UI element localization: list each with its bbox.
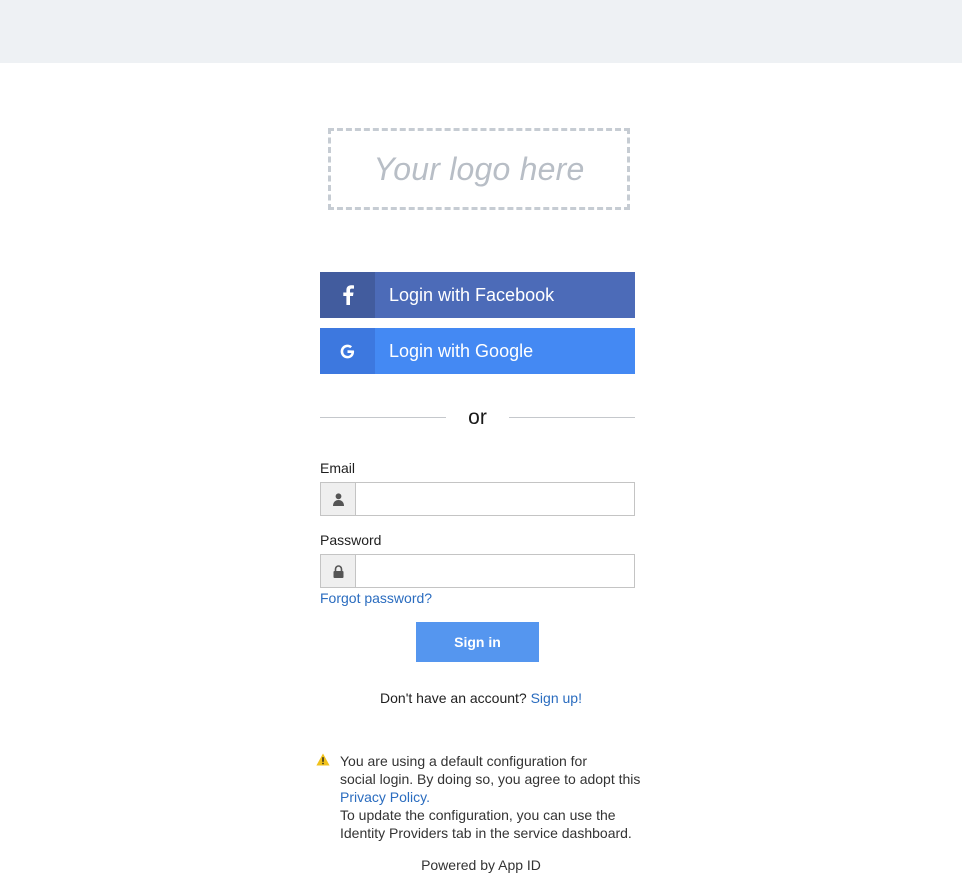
privacy-policy-link[interactable]: Privacy Policy. bbox=[340, 789, 430, 805]
or-divider: or bbox=[320, 404, 635, 432]
login-facebook-label: Login with Facebook bbox=[375, 272, 635, 318]
notice-line-1: You are using a default configuration fo… bbox=[340, 753, 587, 769]
notice-line-2: social login. By doing so, you agree to … bbox=[340, 771, 641, 787]
divider-text: or bbox=[468, 406, 487, 429]
divider-line-right bbox=[509, 417, 635, 418]
logo-placeholder: Your logo here bbox=[328, 128, 630, 210]
sign-in-button[interactable]: Sign in bbox=[416, 622, 539, 662]
signup-prompt: Don't have an account? bbox=[380, 690, 527, 706]
login-google-label: Login with Google bbox=[375, 328, 635, 374]
password-label: Password bbox=[320, 532, 382, 548]
google-icon bbox=[320, 328, 375, 374]
powered-by: Powered by App ID bbox=[421, 857, 541, 873]
password-field-group bbox=[320, 554, 635, 588]
sign-up-link[interactable]: Sign up! bbox=[531, 690, 582, 706]
facebook-icon bbox=[320, 272, 375, 318]
logo-placeholder-text: Your logo here bbox=[373, 150, 585, 187]
notice-line-3: To update the configuration, you can use… bbox=[340, 807, 616, 823]
login-facebook-button[interactable]: Login with Facebook bbox=[320, 272, 635, 318]
password-input[interactable] bbox=[355, 554, 635, 588]
email-label: Email bbox=[320, 460, 356, 476]
forgot-password-link[interactable]: Forgot password? bbox=[320, 590, 432, 606]
email-input[interactable] bbox=[355, 482, 635, 516]
login-google-button[interactable]: Login with Google bbox=[320, 328, 635, 374]
user-icon bbox=[320, 482, 355, 516]
config-notice: You are using a default configuration fo… bbox=[316, 752, 656, 842]
signup-row: Don't have an account? Sign up! bbox=[0, 690, 962, 706]
lock-icon bbox=[320, 554, 355, 588]
top-bar bbox=[0, 0, 962, 63]
notice-line-4: Identity Providers tab in the service da… bbox=[340, 825, 632, 841]
warning-icon bbox=[316, 752, 330, 770]
email-field-group bbox=[320, 482, 635, 516]
